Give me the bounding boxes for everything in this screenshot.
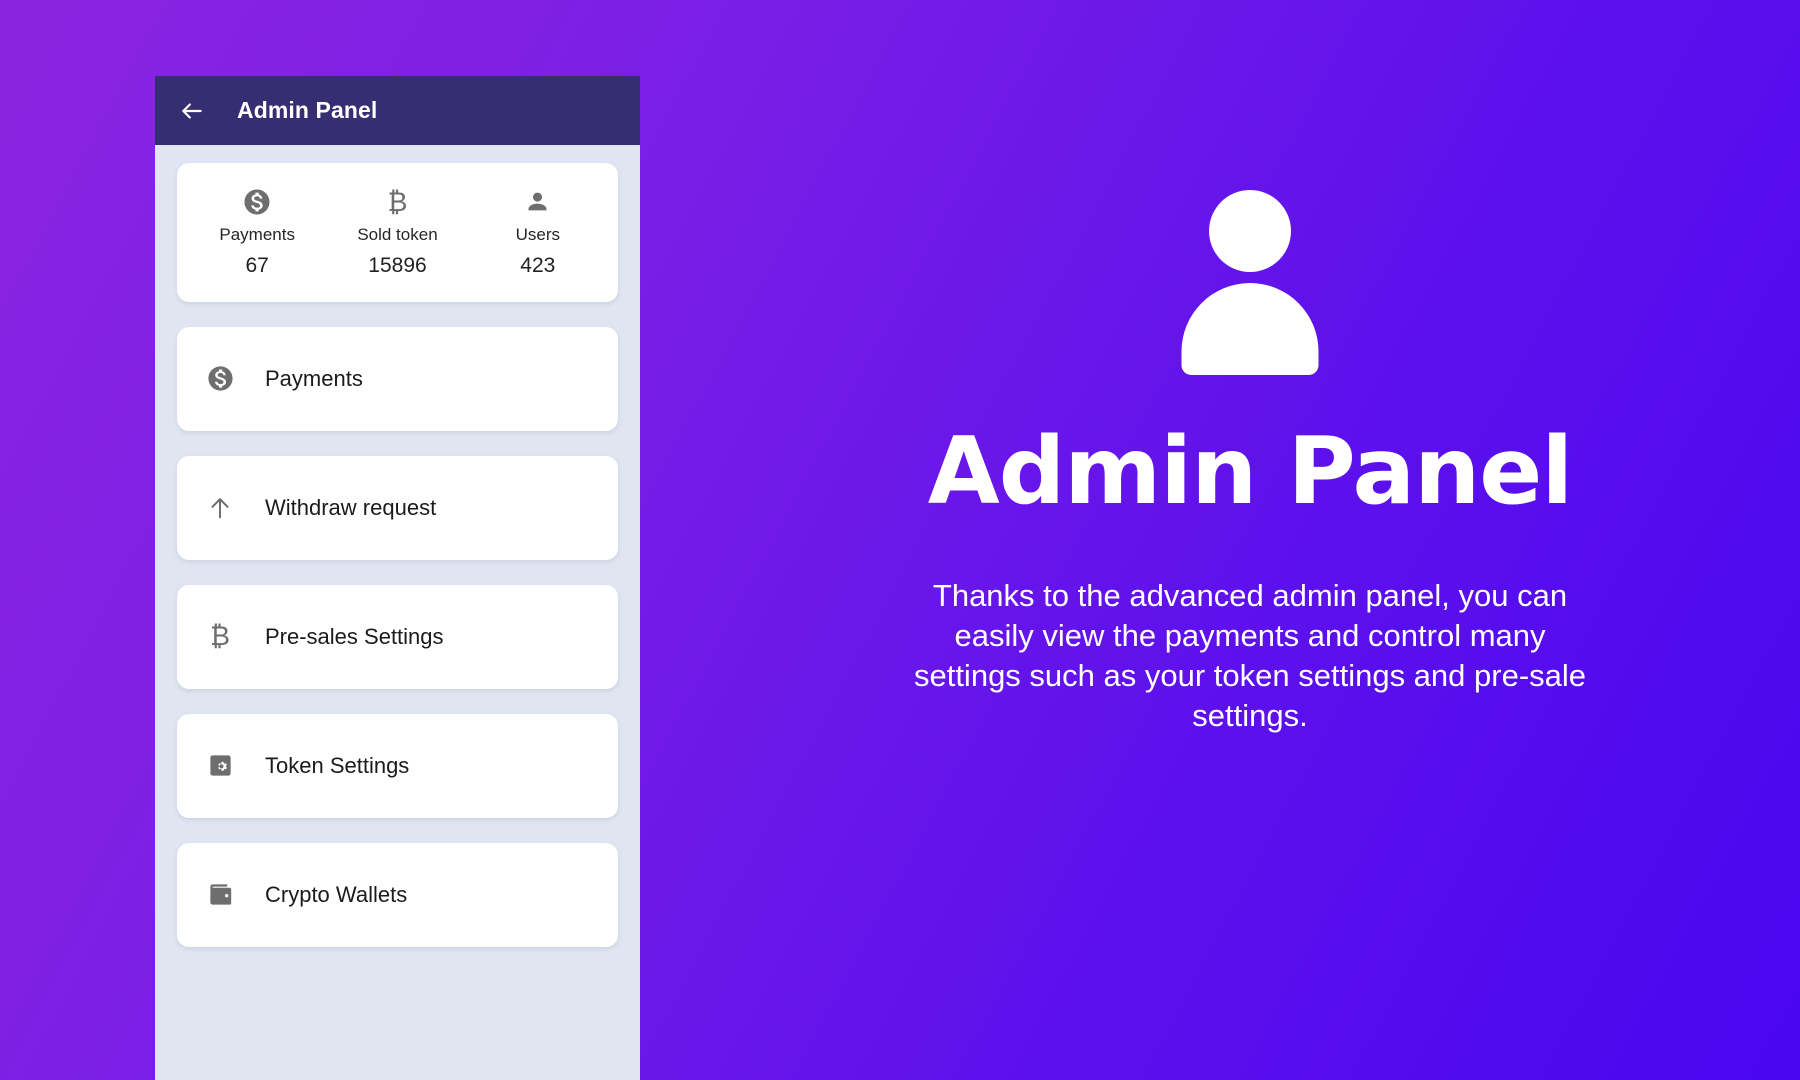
hero-title: Admin Panel (928, 425, 1573, 518)
settings-box-icon (205, 751, 235, 781)
menu-item-label: Crypto Wallets (265, 882, 407, 908)
menu-item-token-settings[interactable]: Token Settings (177, 714, 618, 818)
avatar-head (1209, 190, 1291, 272)
hero-panel: Admin Panel Thanks to the advanced admin… (700, 0, 1800, 1080)
stat-sold-token: ₿ Sold token 15896 (327, 187, 467, 278)
monetization-on-icon (242, 187, 272, 217)
avatar-body (1182, 283, 1319, 375)
app-bar-title: Admin Panel (237, 97, 377, 124)
app-bar: Admin Panel (155, 76, 640, 145)
menu-item-withdraw-request[interactable]: Withdraw request (177, 456, 618, 560)
stat-label: Users (516, 226, 560, 245)
menu-item-label: Pre-sales Settings (265, 624, 444, 650)
stat-payments: Payments 67 (187, 187, 327, 278)
menu-item-payments[interactable]: Payments (177, 327, 618, 431)
menu-item-label: Payments (265, 366, 363, 392)
stats-card: Payments 67 ₿ Sold token 15896 Users (177, 163, 618, 302)
phone-mockup: Admin Panel Payments 67 ₿ Sold token 158… (155, 76, 640, 1080)
wallet-icon (205, 880, 235, 910)
menu-item-crypto-wallets[interactable]: Crypto Wallets (177, 843, 618, 947)
phone-content: Payments 67 ₿ Sold token 15896 Users (155, 145, 640, 1080)
stat-users: Users 423 (468, 187, 608, 278)
menu-item-pre-sales-settings[interactable]: ₿ Pre-sales Settings (177, 585, 618, 689)
menu-item-label: Token Settings (265, 753, 409, 779)
stat-label: Sold token (357, 226, 437, 245)
arrow-back-icon[interactable] (179, 98, 205, 124)
arrow-upward-icon (205, 493, 235, 523)
stat-value: 423 (520, 254, 555, 278)
person-icon (524, 187, 551, 217)
user-avatar-icon (1150, 190, 1350, 375)
menu-item-label: Withdraw request (265, 495, 436, 521)
stat-value: 15896 (368, 254, 426, 278)
bitcoin-icon: ₿ (387, 187, 407, 217)
stat-value: 67 (245, 254, 268, 278)
stat-label: Payments (219, 226, 295, 245)
hero-description: Thanks to the advanced admin panel, you … (905, 576, 1595, 736)
bitcoin-icon: ₿ (205, 622, 235, 652)
monetization-on-icon (205, 364, 235, 394)
